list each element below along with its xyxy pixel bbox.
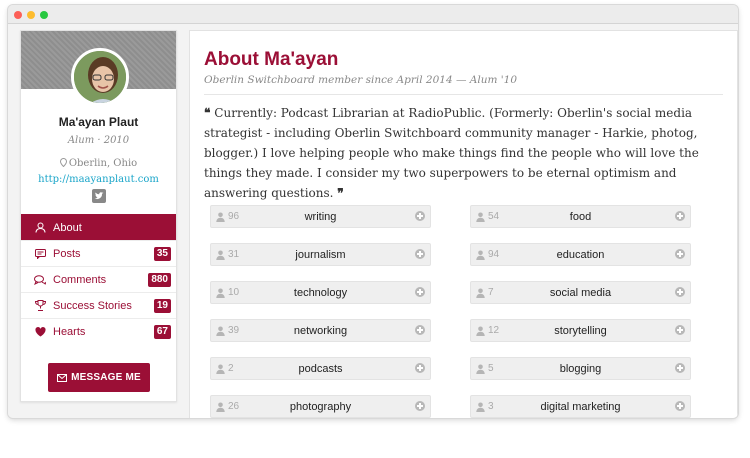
add-tag-icon[interactable] [675, 249, 685, 259]
nav-comments-label: Comments [53, 273, 107, 286]
tag-label: digital marketing [540, 401, 621, 413]
add-tag-icon[interactable] [675, 401, 685, 411]
tag-label: food [569, 211, 592, 223]
comment-icon [34, 248, 46, 260]
tag-label: blogging [559, 363, 602, 375]
add-tag-icon[interactable] [415, 325, 425, 335]
user-icon [34, 222, 46, 234]
tag-label: podcasts [298, 363, 343, 375]
interest-tag[interactable]: 10 technology [210, 281, 431, 304]
page-content: Ma'ayan Plaut Alum · 2010 Oberlin, Ohio … [8, 24, 738, 418]
interest-tag[interactable]: 96 writing [210, 205, 431, 228]
profile-nav: About Posts 35 Comments 880 Success Stor… [21, 214, 176, 344]
heart-icon [34, 326, 46, 338]
interest-tag[interactable]: 26 photography [210, 395, 431, 418]
hearts-count-badge: 67 [153, 325, 171, 339]
close-quote-icon: ❞ [337, 186, 344, 200]
nav-comments[interactable]: Comments 880 [21, 266, 176, 292]
posts-count-badge: 35 [153, 247, 171, 261]
interest-tag[interactable]: 7 social media [470, 281, 691, 304]
open-quote-icon: ❝ [204, 106, 211, 120]
add-tag-icon[interactable] [415, 211, 425, 221]
nav-success-stories-label: Success Stories [53, 299, 132, 312]
add-tag-icon[interactable] [675, 325, 685, 335]
tag-label: storytelling [554, 325, 607, 337]
tag-label: social media [549, 287, 612, 299]
zoom-window-button[interactable] [40, 11, 48, 19]
nav-posts-label: Posts [53, 247, 81, 260]
interest-tag[interactable]: 2 podcasts [210, 357, 431, 380]
close-window-button[interactable] [14, 11, 22, 19]
nav-posts[interactable]: Posts 35 [21, 240, 176, 266]
trophy-icon [34, 300, 46, 312]
comments-count-badge: 880 [148, 273, 171, 287]
tag-label: networking [293, 325, 348, 337]
divider [204, 94, 723, 95]
add-tag-icon[interactable] [415, 363, 425, 373]
interest-tag[interactable]: 94 education [470, 243, 691, 266]
member-since-subtitle: Oberlin Switchboard member since April 2… [204, 74, 518, 86]
success-stories-count-badge: 19 [153, 299, 171, 313]
browser-window: Ma'ayan Plaut Alum · 2010 Oberlin, Ohio … [8, 5, 738, 418]
nav-hearts-label: Hearts [53, 325, 86, 338]
tag-label: technology [293, 287, 348, 299]
minimize-window-button[interactable] [27, 11, 35, 19]
about-panel: About Ma'ayan Oberlin Switchboard member… [189, 30, 738, 418]
map-pin-icon [59, 158, 67, 167]
comments-icon [34, 274, 46, 286]
avatar [71, 48, 129, 106]
add-tag-icon[interactable] [675, 363, 685, 373]
tag-label: writing [304, 211, 337, 223]
add-tag-icon[interactable] [415, 287, 425, 297]
nav-success-stories[interactable]: Success Stories 19 [21, 292, 176, 318]
tag-label: photography [289, 401, 352, 413]
window-titlebar [8, 5, 738, 24]
nav-about[interactable]: About [21, 214, 176, 240]
interest-tag[interactable]: 5 blogging [470, 357, 691, 380]
interest-tag[interactable]: 3 digital marketing [470, 395, 691, 418]
website-link[interactable]: http://maayanplaut.com [21, 174, 176, 185]
bio-text: Currently: Podcast Librarian at RadioPub… [204, 106, 699, 200]
interest-tag[interactable]: 12 storytelling [470, 319, 691, 342]
interest-tag[interactable]: 39 networking [210, 319, 431, 342]
interest-tag[interactable]: 54 food [470, 205, 691, 228]
message-me-label: MESSAGE ME [71, 372, 141, 383]
profile-name: Ma'ayan Plaut [58, 115, 139, 129]
bio-quote: ❝ Currently: Podcast Librarian at RadioP… [204, 103, 724, 203]
add-tag-icon[interactable] [415, 401, 425, 411]
profile-sidebar: Ma'ayan Plaut Alum · 2010 Oberlin, Ohio … [20, 30, 177, 402]
add-tag-icon[interactable] [675, 211, 685, 221]
message-me-button[interactable]: MESSAGE ME [48, 363, 150, 392]
profile-location: Oberlin, Ohio [21, 158, 176, 169]
page-title: About Ma'ayan [204, 49, 339, 70]
nav-hearts[interactable]: Hearts 67 [21, 318, 176, 344]
add-tag-icon[interactable] [675, 287, 685, 297]
tag-label: journalism [295, 249, 346, 261]
tag-label: education [556, 249, 605, 261]
interest-tag[interactable]: 31 journalism [210, 243, 431, 266]
nav-about-label: About [53, 221, 82, 234]
twitter-icon[interactable] [91, 189, 106, 203]
add-tag-icon[interactable] [415, 249, 425, 259]
location-text: Oberlin, Ohio [68, 158, 138, 169]
envelope-icon [57, 373, 68, 382]
profile-role: Alum · 2010 [67, 135, 130, 146]
